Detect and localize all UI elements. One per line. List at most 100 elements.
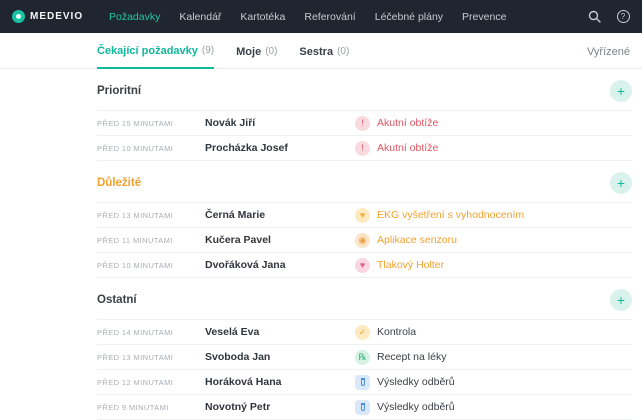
section-rows: PŘED 13 MINUTAMI Černá Marie ♥ EKG vyšet…	[97, 202, 632, 277]
tab-label: Moje	[236, 46, 261, 58]
patient-name: Novotný Petr	[205, 401, 355, 413]
plus-icon: +	[617, 175, 625, 191]
question-mark-icon: ?	[617, 10, 630, 23]
section-rows: PŘED 15 MINUTAMI Novák Jiří ! Akutní obt…	[97, 110, 632, 160]
request-type-label: Akutní obtíže	[377, 142, 438, 154]
request-row[interactable]: PŘED 13 MINUTAMI Černá Marie ♥ EKG vyšet…	[97, 202, 632, 227]
request-sections: Prioritní + PŘED 15 MINUTAMI Novák Jiří …	[0, 69, 642, 420]
rx-icon: ℞	[355, 350, 370, 365]
request-type: ◉ Aplikace senzoru	[355, 233, 632, 248]
row-timestamp: PŘED 13 MINUTAMI	[97, 211, 205, 220]
medevio-logo-icon	[12, 10, 25, 23]
request-type-label: Výsledky odběrů	[377, 401, 455, 413]
request-type-label: Recept na léky	[377, 351, 446, 363]
section-header: Prioritní +	[97, 69, 632, 110]
row-timestamp: PŘED 10 MINUTAMI	[97, 144, 205, 153]
request-row[interactable]: PŘED 10 MINUTAMI Dvořáková Jana ♥ Tlakov…	[97, 252, 632, 277]
patient-name: Černá Marie	[205, 209, 355, 221]
add-request-button[interactable]: +	[610, 172, 632, 194]
request-row[interactable]: PŘED 11 MINUTAMI Kučera Pavel ◉ Aplikace…	[97, 227, 632, 252]
section-ostatni: Ostatní + PŘED 14 MINUTAMI Veselá Eva ✓ …	[97, 278, 632, 420]
patient-name: Svoboda Jan	[205, 351, 355, 363]
tube-icon	[355, 375, 370, 390]
row-timestamp: PŘED 14 MINUTAMI	[97, 328, 205, 337]
test-tube-shape	[361, 378, 365, 386]
request-type-label: Výsledky odběrů	[377, 376, 455, 388]
row-timestamp: PŘED 13 MINUTAMI	[97, 353, 205, 362]
request-row[interactable]: PŘED 9 MINUTAMI Novotný Petr Výsledky od…	[97, 394, 632, 419]
brand-logo: MEDEVIO	[12, 10, 97, 23]
patient-name: Novák Jiří	[205, 117, 355, 129]
tab-moje[interactable]: Moje (0)	[236, 46, 277, 68]
request-row[interactable]: PŘED 12 MINUTAMI Horáková Hana Výsledky …	[97, 369, 632, 394]
tab-sestra[interactable]: Sestra (0)	[299, 46, 349, 68]
nav-utilities: ?	[587, 10, 630, 24]
request-type: ♥ Tlakový Holter	[355, 258, 632, 273]
patient-name: Procházka Josef	[205, 142, 355, 154]
request-type-label: Aplikace senzoru	[377, 234, 457, 246]
nav-item-kartoteka[interactable]: Kartotéka	[240, 2, 285, 32]
tab-count: (0)	[337, 46, 349, 58]
alert-icon: !	[355, 116, 370, 131]
request-type-label: Kontrola	[377, 326, 416, 338]
request-type-label: Akutní obtíže	[377, 117, 438, 129]
request-type: ℞ Recept na léky	[355, 350, 632, 365]
nav-item-referovani[interactable]: Referování	[304, 2, 355, 32]
patient-name: Kučera Pavel	[205, 234, 355, 246]
request-type: ! Akutní obtíže	[355, 141, 632, 156]
add-request-button[interactable]: +	[610, 80, 632, 102]
request-type-label: Tlakový Holter	[377, 259, 444, 271]
tab-label: Sestra	[299, 46, 333, 58]
section-header: Ostatní +	[97, 278, 632, 319]
tabs-bar: Čekající požadavky (9) Moje (0) Sestra (0) Vyř…	[0, 33, 642, 69]
tab-resolved[interactable]: Vyřízené	[587, 46, 630, 68]
row-timestamp: PŘED 10 MINUTAMI	[97, 261, 205, 270]
nav-item-prevence[interactable]: Prevence	[462, 2, 506, 32]
section-dulezite: Důležité + PŘED 13 MINUTAMI Černá Marie …	[97, 161, 632, 278]
request-type: Výsledky odběrů	[355, 375, 632, 390]
test-tube-shape	[361, 403, 365, 411]
nav-item-kalendar[interactable]: Kalendář	[179, 2, 221, 32]
nav-item-lecebne-plany[interactable]: Léčebné plány	[375, 2, 443, 32]
brand-name: MEDEVIO	[30, 11, 83, 22]
check-icon: ✓	[355, 325, 370, 340]
section-prioritni: Prioritní + PŘED 15 MINUTAMI Novák Jiří …	[97, 69, 632, 161]
section-title: Důležité	[97, 177, 141, 189]
request-row[interactable]: PŘED 14 MINUTAMI Veselá Eva ✓ Kontrola	[97, 319, 632, 344]
section-title: Prioritní	[97, 85, 141, 97]
request-type-label: EKG vyšetření s vyhodnocením	[377, 209, 524, 221]
tab-cekajici-pozadavky[interactable]: Čekající požadavky (9)	[97, 45, 214, 69]
main-nav: Požadavky Kalendář Kartotéka Referování Léče…	[109, 2, 506, 32]
plus-icon: +	[617, 292, 625, 308]
patient-name: Horáková Hana	[205, 376, 355, 388]
patient-name: Dvořáková Jana	[205, 259, 355, 271]
request-type: ✓ Kontrola	[355, 325, 632, 340]
row-timestamp: PŘED 12 MINUTAMI	[97, 378, 205, 387]
section-header: Důležité +	[97, 161, 632, 202]
request-type: ! Akutní obtíže	[355, 116, 632, 131]
tube-icon	[355, 400, 370, 415]
search-icon[interactable]	[587, 10, 601, 24]
help-icon[interactable]: ?	[616, 10, 630, 24]
holter-icon: ♥	[355, 258, 370, 273]
request-row[interactable]: PŘED 10 MINUTAMI Procházka Josef ! Akutn…	[97, 135, 632, 160]
add-request-button[interactable]: +	[610, 289, 632, 311]
section-title: Ostatní	[97, 294, 137, 306]
row-timestamp: PŘED 9 MINUTAMI	[97, 403, 205, 412]
top-navbar: MEDEVIO Požadavky Kalendář Kartotéka Refero…	[0, 0, 642, 33]
tab-count: (9)	[202, 45, 214, 57]
section-rows: PŘED 14 MINUTAMI Veselá Eva ✓ Kontrola P…	[97, 319, 632, 419]
row-timestamp: PŘED 15 MINUTAMI	[97, 119, 205, 128]
plus-icon: +	[617, 83, 625, 99]
request-row[interactable]: PŘED 15 MINUTAMI Novák Jiří ! Akutní obt…	[97, 110, 632, 135]
alert-icon: !	[355, 141, 370, 156]
heart-icon: ♥	[355, 208, 370, 223]
request-row[interactable]: PŘED 13 MINUTAMI Svoboda Jan ℞ Recept na…	[97, 344, 632, 369]
tab-label: Čekající požadavky	[97, 45, 198, 57]
request-type: Výsledky odběrů	[355, 400, 632, 415]
nav-item-pozadavky[interactable]: Požadavky	[109, 2, 160, 32]
patient-name: Veselá Eva	[205, 326, 355, 338]
tab-count: (0)	[265, 46, 277, 58]
sensor-icon: ◉	[355, 233, 370, 248]
request-type: ♥ EKG vyšetření s vyhodnocením	[355, 208, 632, 223]
